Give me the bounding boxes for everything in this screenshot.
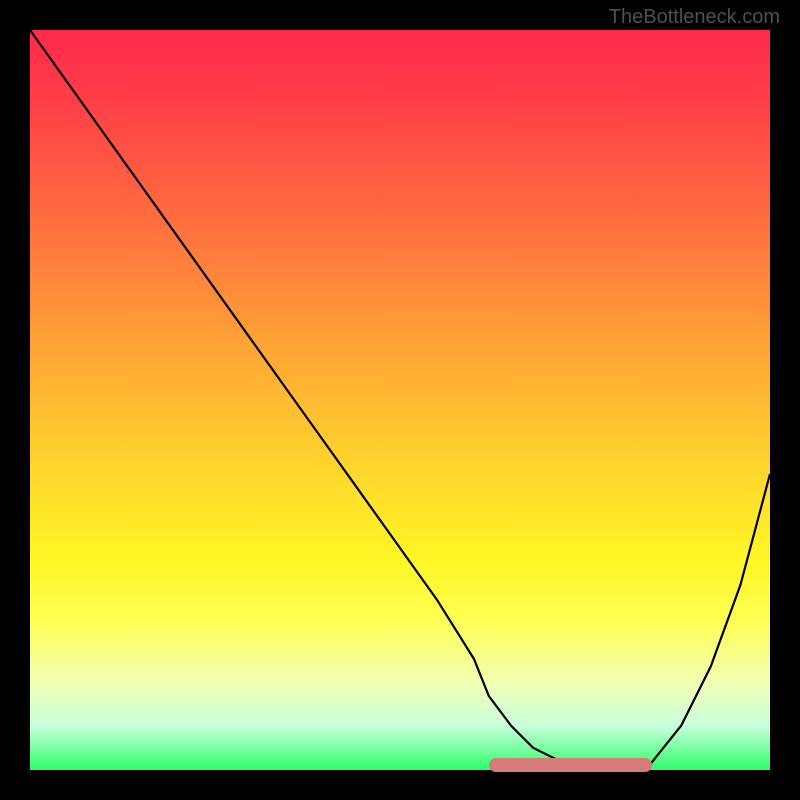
minimum-highlight-segment (489, 758, 652, 772)
watermark-text: TheBottleneck.com (609, 6, 780, 29)
chart-plot-area (30, 30, 770, 770)
chart-curve (30, 30, 770, 770)
